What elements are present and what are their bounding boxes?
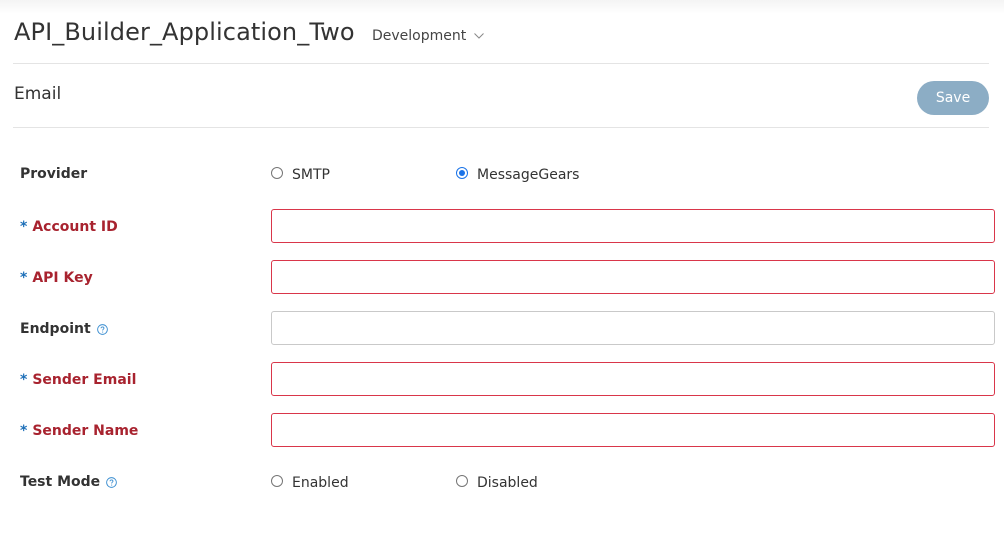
required-star: * [20, 423, 28, 439]
endpoint-field[interactable] [271, 311, 995, 345]
api-key-field[interactable] [271, 260, 995, 294]
sender-name-field[interactable] [271, 413, 995, 447]
header-divider [13, 63, 989, 64]
endpoint-label-text: Endpoint [20, 321, 91, 337]
provider-label: Provider [20, 166, 87, 182]
account-id-label-text: Account ID [32, 219, 118, 235]
help-circle-icon[interactable] [96, 323, 108, 335]
sender-email-label-text: Sender Email [32, 372, 137, 388]
account-id-field[interactable] [271, 209, 995, 243]
provider-option-smtp: SMTP [292, 167, 330, 183]
test-mode-radio-enabled[interactable]: Enabled [271, 475, 349, 491]
environment-dropdown-label: Development [372, 28, 467, 44]
provider-radio-messagegears[interactable]: MessageGears [456, 167, 579, 183]
email-settings-page: API_Builder_Application_Two Development … [0, 0, 1004, 550]
test-mode-option-disabled: Disabled [477, 475, 538, 491]
provider-label-text: Provider [20, 166, 88, 182]
api-key-label: * API Key [20, 270, 93, 286]
chevron-down-icon [474, 33, 485, 39]
app-title: API_Builder_Application_Two [14, 18, 355, 46]
sender-name-label-text: Sender Name [32, 423, 139, 439]
test-mode-label-text: Test Mode [20, 474, 101, 490]
help-circle-icon[interactable] [106, 476, 117, 488]
environment-dropdown[interactable]: Development [372, 28, 485, 44]
sender-email-field[interactable] [271, 362, 995, 396]
sender-name-label: * Sender Name [20, 423, 138, 439]
test-mode-label: Test Mode [20, 474, 117, 490]
radio-unchecked-icon [456, 475, 468, 487]
top-header: API_Builder_Application_Two Development [0, 0, 1004, 64]
account-id-label: * Account ID [20, 219, 118, 235]
section-title: Email [14, 84, 62, 104]
sender-email-label: * Sender Email [20, 372, 136, 388]
test-mode-option-enabled: Enabled [292, 475, 349, 491]
section-divider [13, 127, 989, 128]
radio-unchecked-icon [271, 167, 283, 179]
save-button[interactable]: Save [917, 81, 989, 115]
required-star: * [20, 372, 28, 388]
api-key-label-text: API Key [32, 270, 93, 286]
required-star: * [20, 219, 28, 235]
radio-unchecked-icon [271, 475, 283, 487]
endpoint-label: Endpoint [20, 321, 108, 337]
radio-checked-icon [456, 167, 468, 179]
test-mode-radio-disabled[interactable]: Disabled [456, 475, 538, 491]
required-star: * [20, 270, 28, 286]
provider-option-messagegears: MessageGears [477, 167, 580, 183]
provider-radio-smtp[interactable]: SMTP [271, 167, 330, 183]
